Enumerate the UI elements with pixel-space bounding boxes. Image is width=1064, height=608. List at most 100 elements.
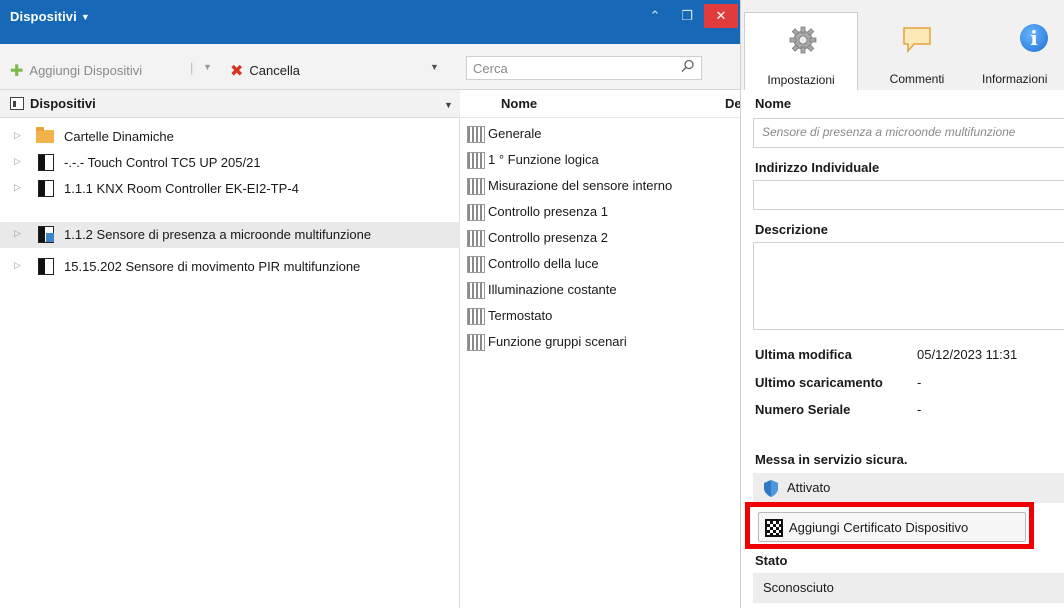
parameter-block-icon (467, 230, 485, 247)
parameter-block-icon (467, 256, 485, 273)
delete-button[interactable]: ✖ Cancella (230, 60, 300, 80)
tree-header-label: Dispositivi (30, 96, 96, 111)
chevron-down-icon: ▼ (80, 12, 90, 22)
parameter-block-icon (467, 126, 485, 143)
device-tree-pane: Dispositivi ▼ ▷ Cartelle Dinamiche ▷ -.-… (0, 90, 460, 608)
list-item[interactable]: Termostato (467, 304, 737, 330)
list-item-label: Misurazione del sensore interno (488, 178, 673, 193)
restore-button[interactable]: ❐ (672, 4, 702, 28)
toolbar-separator: | (190, 60, 194, 75)
window-title-dropdown[interactable]: Dispositivi ▼ (10, 9, 90, 24)
list-item-label: Illuminazione costante (488, 282, 617, 297)
list-item-label: Funzione gruppi scenari (488, 334, 627, 349)
list-item[interactable]: Misurazione del sensore interno (467, 174, 737, 200)
expand-arrow-icon[interactable]: ▷ (14, 182, 21, 193)
search-input[interactable]: Cerca (466, 56, 702, 80)
tree-item-label: 15.15.202 Sensore di movimento PIR multi… (64, 259, 361, 274)
expand-arrow-icon[interactable]: ▷ (14, 156, 21, 167)
add-devices-dropdown-icon[interactable]: ▼ (203, 62, 212, 72)
status-field: Sconosciuto (753, 573, 1064, 603)
comment-icon (903, 27, 931, 54)
secure-commissioning-value: Attivato (787, 480, 831, 495)
tree-item-touch-control[interactable]: ▷ -.-.- Touch Control TC5 UP 205/21 (0, 150, 460, 176)
gear-icon (789, 26, 817, 54)
ets-window: Dispositivi ▼ ⌃ ❐ ✕ ✚ Aggiungi Dispositivi… (0, 0, 1064, 608)
plus-icon: ✚ (10, 63, 24, 80)
individual-address-label: Indirizzo Individuale (755, 160, 880, 175)
parameter-block-icon (467, 178, 485, 195)
list-header: Nome De (461, 90, 742, 118)
individual-address-field[interactable] (753, 180, 1064, 210)
parameter-list-pane: Nome De Generale 1 ° Funzione logica Mis… (461, 90, 742, 608)
tree-item-pir-sensor[interactable]: ▷ 15.15.202 Sensore di movimento PIR mul… (0, 254, 460, 280)
tree-header[interactable]: Dispositivi ▼ (0, 90, 460, 118)
delete-dropdown-icon[interactable]: ▼ (430, 62, 439, 72)
tree-item-label: Cartelle Dinamiche (64, 129, 174, 144)
parameter-block-icon (467, 334, 485, 351)
device-icon (38, 180, 54, 197)
tab-label: Commenti (889, 72, 945, 86)
description-field[interactable] (753, 242, 1064, 330)
last-download-value: - (917, 375, 922, 390)
add-devices-label: Aggiungi Dispositivi (29, 63, 143, 78)
status-label: Stato (755, 553, 788, 568)
tree-item-dynamic-folders[interactable]: ▷ Cartelle Dinamiche (0, 124, 460, 150)
parameter-block-icon (467, 308, 485, 325)
column-header-name[interactable]: Nome (501, 96, 537, 111)
last-download-label: Ultimo scaricamento (755, 375, 883, 390)
tab-comments[interactable]: Commenti (858, 12, 976, 90)
info-icon: i (1020, 24, 1048, 52)
device-blue-icon (38, 226, 54, 243)
last-modified-label: Ultima modifica (755, 347, 852, 362)
list-item[interactable]: Generale (467, 122, 737, 148)
list-item[interactable]: 1 ° Funzione logica (467, 148, 737, 174)
name-field[interactable]: Sensore di presenza a microonde multifun… (753, 118, 1064, 148)
chevron-down-icon[interactable]: ▼ (444, 100, 453, 110)
list-item[interactable]: Controllo della luce (467, 252, 737, 278)
tree-item-presence-sensor[interactable]: ▷ 1.1.2 Sensore di presenza a microonde … (0, 222, 460, 248)
expand-arrow-icon[interactable]: ▷ (14, 228, 21, 239)
serial-number-label: Numero Seriale (755, 402, 851, 417)
tree-item-label: -.-.- Touch Control TC5 UP 205/21 (64, 155, 261, 170)
tab-label: Informazioni (982, 72, 1048, 86)
window-title: Dispositivi (10, 9, 77, 24)
search-placeholder: Cerca (473, 61, 508, 76)
delete-x-icon: ✖ (230, 63, 244, 80)
device-icon (38, 258, 54, 275)
title-bar: Dispositivi ▼ ⌃ ❐ ✕ (0, 0, 740, 44)
list-item[interactable]: Controllo presenza 2 (467, 226, 737, 252)
close-button[interactable]: ✕ (704, 4, 738, 28)
device-icon (38, 154, 54, 171)
list-item[interactable]: Illuminazione costante (467, 278, 737, 304)
status-value: Sconosciuto (763, 580, 834, 595)
parameter-block-icon (467, 282, 485, 299)
tree-item-label: 1.1.2 Sensore di presenza a microonde mu… (64, 227, 372, 242)
secure-commissioning-label: Messa in servizio sicura. (755, 452, 908, 467)
shield-icon (764, 480, 778, 497)
tree-item-label: 1.1.1 KNX Room Controller EK-EI2-TP-4 (64, 181, 299, 196)
list-item[interactable]: Controllo presenza 1 (467, 200, 737, 226)
tab-information[interactable]: i Informazioni (976, 12, 1064, 90)
properties-tabs: Impostazioni Commenti i Informazioni (741, 0, 1064, 90)
tab-settings[interactable]: Impostazioni (744, 12, 858, 90)
add-devices-button[interactable]: ✚ Aggiungi Dispositivi (10, 60, 142, 80)
expand-arrow-icon[interactable]: ▷ (14, 260, 21, 271)
parameter-block-icon (467, 152, 485, 169)
list-item-label: Controllo della luce (488, 256, 599, 271)
list-item-label: Generale (488, 126, 542, 141)
serial-number-value: - (917, 402, 922, 417)
search-icon (681, 59, 694, 73)
list-item[interactable]: Funzione gruppi scenari (467, 330, 737, 356)
list-item-label: Termostato (488, 308, 553, 323)
secure-commissioning-status[interactable]: Attivato (753, 473, 1064, 503)
tree-item-room-controller[interactable]: ▷ 1.1.1 KNX Room Controller EK-EI2-TP-4 (0, 176, 460, 202)
tab-label: Impostazioni (767, 73, 835, 87)
description-label: Descrizione (755, 222, 828, 237)
name-placeholder: Sensore di presenza a microonde multifun… (762, 125, 1016, 139)
list-item-label: Controllo presenza 1 (488, 204, 608, 219)
expand-arrow-icon[interactable]: ▷ (14, 130, 21, 141)
highlight-box (745, 502, 1034, 549)
list-item-label: Controllo presenza 2 (488, 230, 608, 245)
collapse-up-button[interactable]: ⌃ (640, 4, 670, 28)
devices-icon (10, 97, 24, 110)
